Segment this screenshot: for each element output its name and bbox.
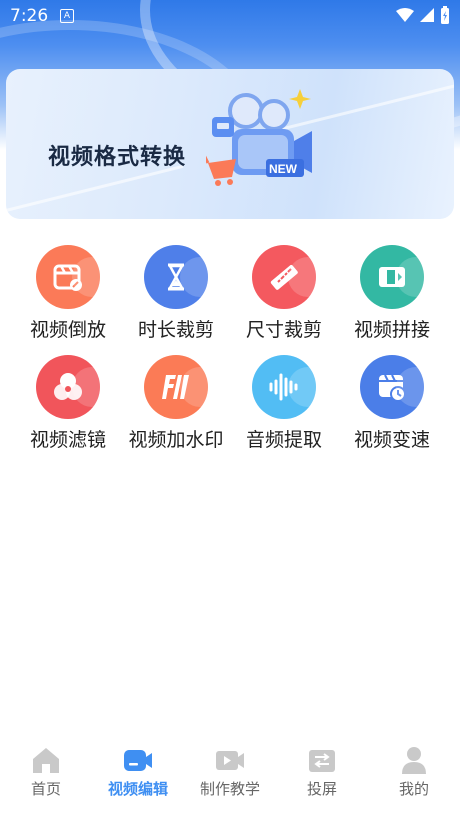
tab-label: 制作教学 xyxy=(199,780,260,798)
banner-title: 视频格式转换 xyxy=(48,145,187,170)
tool-label: 时长裁剪 xyxy=(137,319,214,341)
status-time: 7:26 xyxy=(10,6,49,26)
format-convert-banner[interactable]: 视频格式转换 NEW xyxy=(6,69,454,219)
screen-cast-icon xyxy=(309,750,335,772)
ruler-icon xyxy=(252,245,316,309)
tool-video-watermark[interactable]: 视频加水印 xyxy=(122,350,230,460)
tool-duration-trim[interactable]: 时长裁剪 xyxy=(122,240,230,350)
tool-video-speed[interactable]: 视频变速 xyxy=(338,350,446,460)
tool-label: 视频倒放 xyxy=(29,319,106,341)
tab-screen-cast[interactable]: 投屏 xyxy=(276,740,368,810)
tab-video-edit[interactable]: 视频编辑 xyxy=(92,740,184,810)
tool-size-crop[interactable]: 尺寸裁剪 xyxy=(230,240,338,350)
notification-a-icon: A xyxy=(60,9,74,23)
tutorial-video-icon xyxy=(216,751,244,770)
video-camera-icon xyxy=(124,750,152,771)
tool-label: 视频拼接 xyxy=(353,319,430,341)
tab-tutorial[interactable]: 制作教学 xyxy=(184,740,276,810)
filter-icon xyxy=(36,355,100,419)
tool-video-splice[interactable]: 视频拼接 xyxy=(338,240,446,350)
speed-clock-icon xyxy=(360,355,424,419)
tool-label: 视频加水印 xyxy=(128,429,224,451)
status-icons xyxy=(396,6,450,24)
tool-label: 尺寸裁剪 xyxy=(245,319,322,341)
tab-label: 视频编辑 xyxy=(107,780,168,798)
signal-icon xyxy=(420,8,434,22)
video-reverse-icon xyxy=(36,245,100,309)
banner-streak xyxy=(6,164,184,217)
tool-label: 视频滤镜 xyxy=(29,429,106,451)
tab-label: 首页 xyxy=(30,780,61,798)
wifi-icon xyxy=(396,8,414,22)
tab-profile[interactable]: 我的 xyxy=(368,740,460,810)
tool-label: 视频变速 xyxy=(353,429,430,451)
video-camera-illustration-icon: NEW xyxy=(206,89,312,186)
banner-new-badge: NEW xyxy=(269,162,298,176)
bottom-tab-bar: 首页 视频编辑 制作教学 投屏 我的 xyxy=(0,740,460,817)
audio-wave-icon xyxy=(252,355,316,419)
tool-audio-extract[interactable]: 音频提取 xyxy=(230,350,338,460)
tool-video-reverse[interactable]: 视频倒放 xyxy=(14,240,122,350)
profile-icon xyxy=(402,747,426,774)
tab-home[interactable]: 首页 xyxy=(0,740,92,810)
tab-label: 我的 xyxy=(398,780,429,798)
hourglass-icon xyxy=(144,245,208,309)
battery-icon xyxy=(441,6,449,24)
tool-video-filter[interactable]: 视频滤镜 xyxy=(14,350,122,460)
watermark-icon xyxy=(144,355,208,419)
status-bar: 7:26 A xyxy=(0,0,460,32)
tool-label: 音频提取 xyxy=(245,429,322,451)
video-splice-icon xyxy=(360,245,424,309)
tab-label: 投屏 xyxy=(306,780,337,798)
home-icon xyxy=(33,748,59,773)
